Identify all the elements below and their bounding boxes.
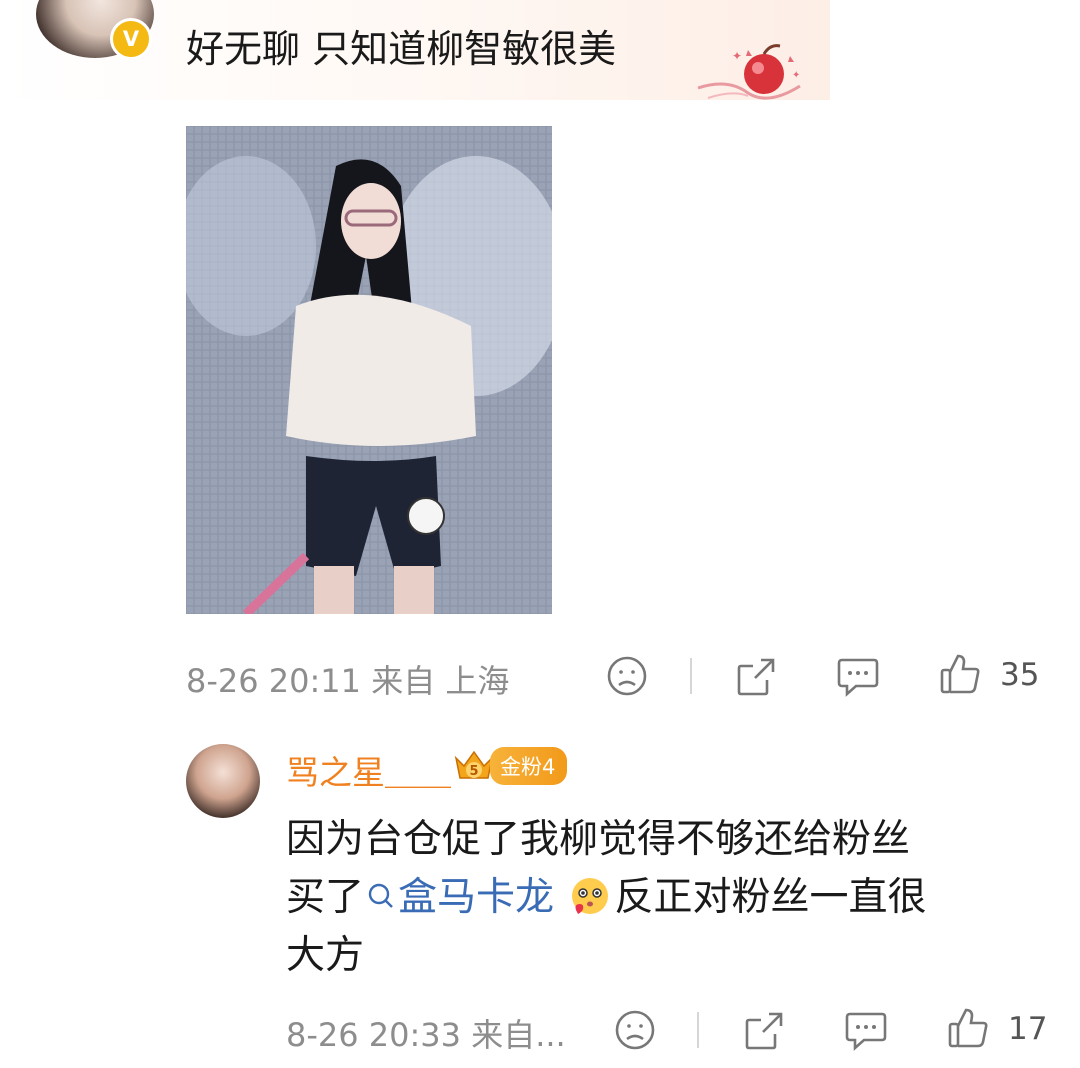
- topic-link-text[interactable]: 盒马卡龙: [398, 875, 554, 920]
- reply-text-line: 大方: [286, 933, 365, 978]
- search-icon: [368, 883, 393, 908]
- verified-badge-icon: V: [110, 18, 152, 60]
- comment-image[interactable]: [186, 126, 552, 614]
- performer-photo: [186, 126, 552, 614]
- reply-meta: 8-26 20:33 来自...: [286, 1016, 566, 1054]
- svg-text:5: 5: [469, 764, 478, 779]
- reply-text-line: 因为台仓促了我柳觉得不够还给粉丝: [286, 817, 911, 862]
- share-icon[interactable]: [743, 1010, 785, 1052]
- sad-face-icon[interactable]: [614, 1009, 656, 1051]
- divider: [690, 658, 692, 694]
- fan-badge: 5 金粉4: [452, 747, 568, 785]
- fan-level-label: 金粉4: [490, 747, 568, 785]
- reply-avatar[interactable]: [186, 744, 260, 818]
- sad-face-icon[interactable]: [606, 655, 648, 697]
- comment-icon[interactable]: [836, 656, 880, 698]
- topic-link[interactable]: 盒马卡龙: [364, 875, 554, 920]
- like-count: 35: [1000, 657, 1040, 693]
- apple-decoration-icon: ✦ ✦: [697, 44, 801, 100]
- reply-text-line: 买了 盒马卡龙 反正对粉丝一直很: [286, 866, 926, 922]
- thumbs-up-icon[interactable]: [938, 652, 982, 696]
- reply-like-count: 17: [1008, 1011, 1048, 1047]
- blushing-emoji-icon: [572, 878, 609, 914]
- comment-meta: 8-26 20:11 来自 上海: [186, 662, 510, 700]
- divider: [697, 1012, 699, 1048]
- svg-text:✦: ✦: [732, 49, 742, 63]
- comment-text: 好无聊 只知道柳智敏很美: [186, 27, 617, 71]
- reply-text-segment: 买了: [286, 875, 365, 920]
- comment-icon[interactable]: [844, 1010, 888, 1052]
- thumbs-up-icon[interactable]: [946, 1006, 990, 1050]
- share-icon[interactable]: [735, 656, 777, 698]
- reply-text-segment: 反正对粉丝一直很: [614, 875, 927, 920]
- svg-text:✦: ✦: [792, 70, 800, 81]
- reply-username[interactable]: 骂之星＿＿: [286, 746, 451, 794]
